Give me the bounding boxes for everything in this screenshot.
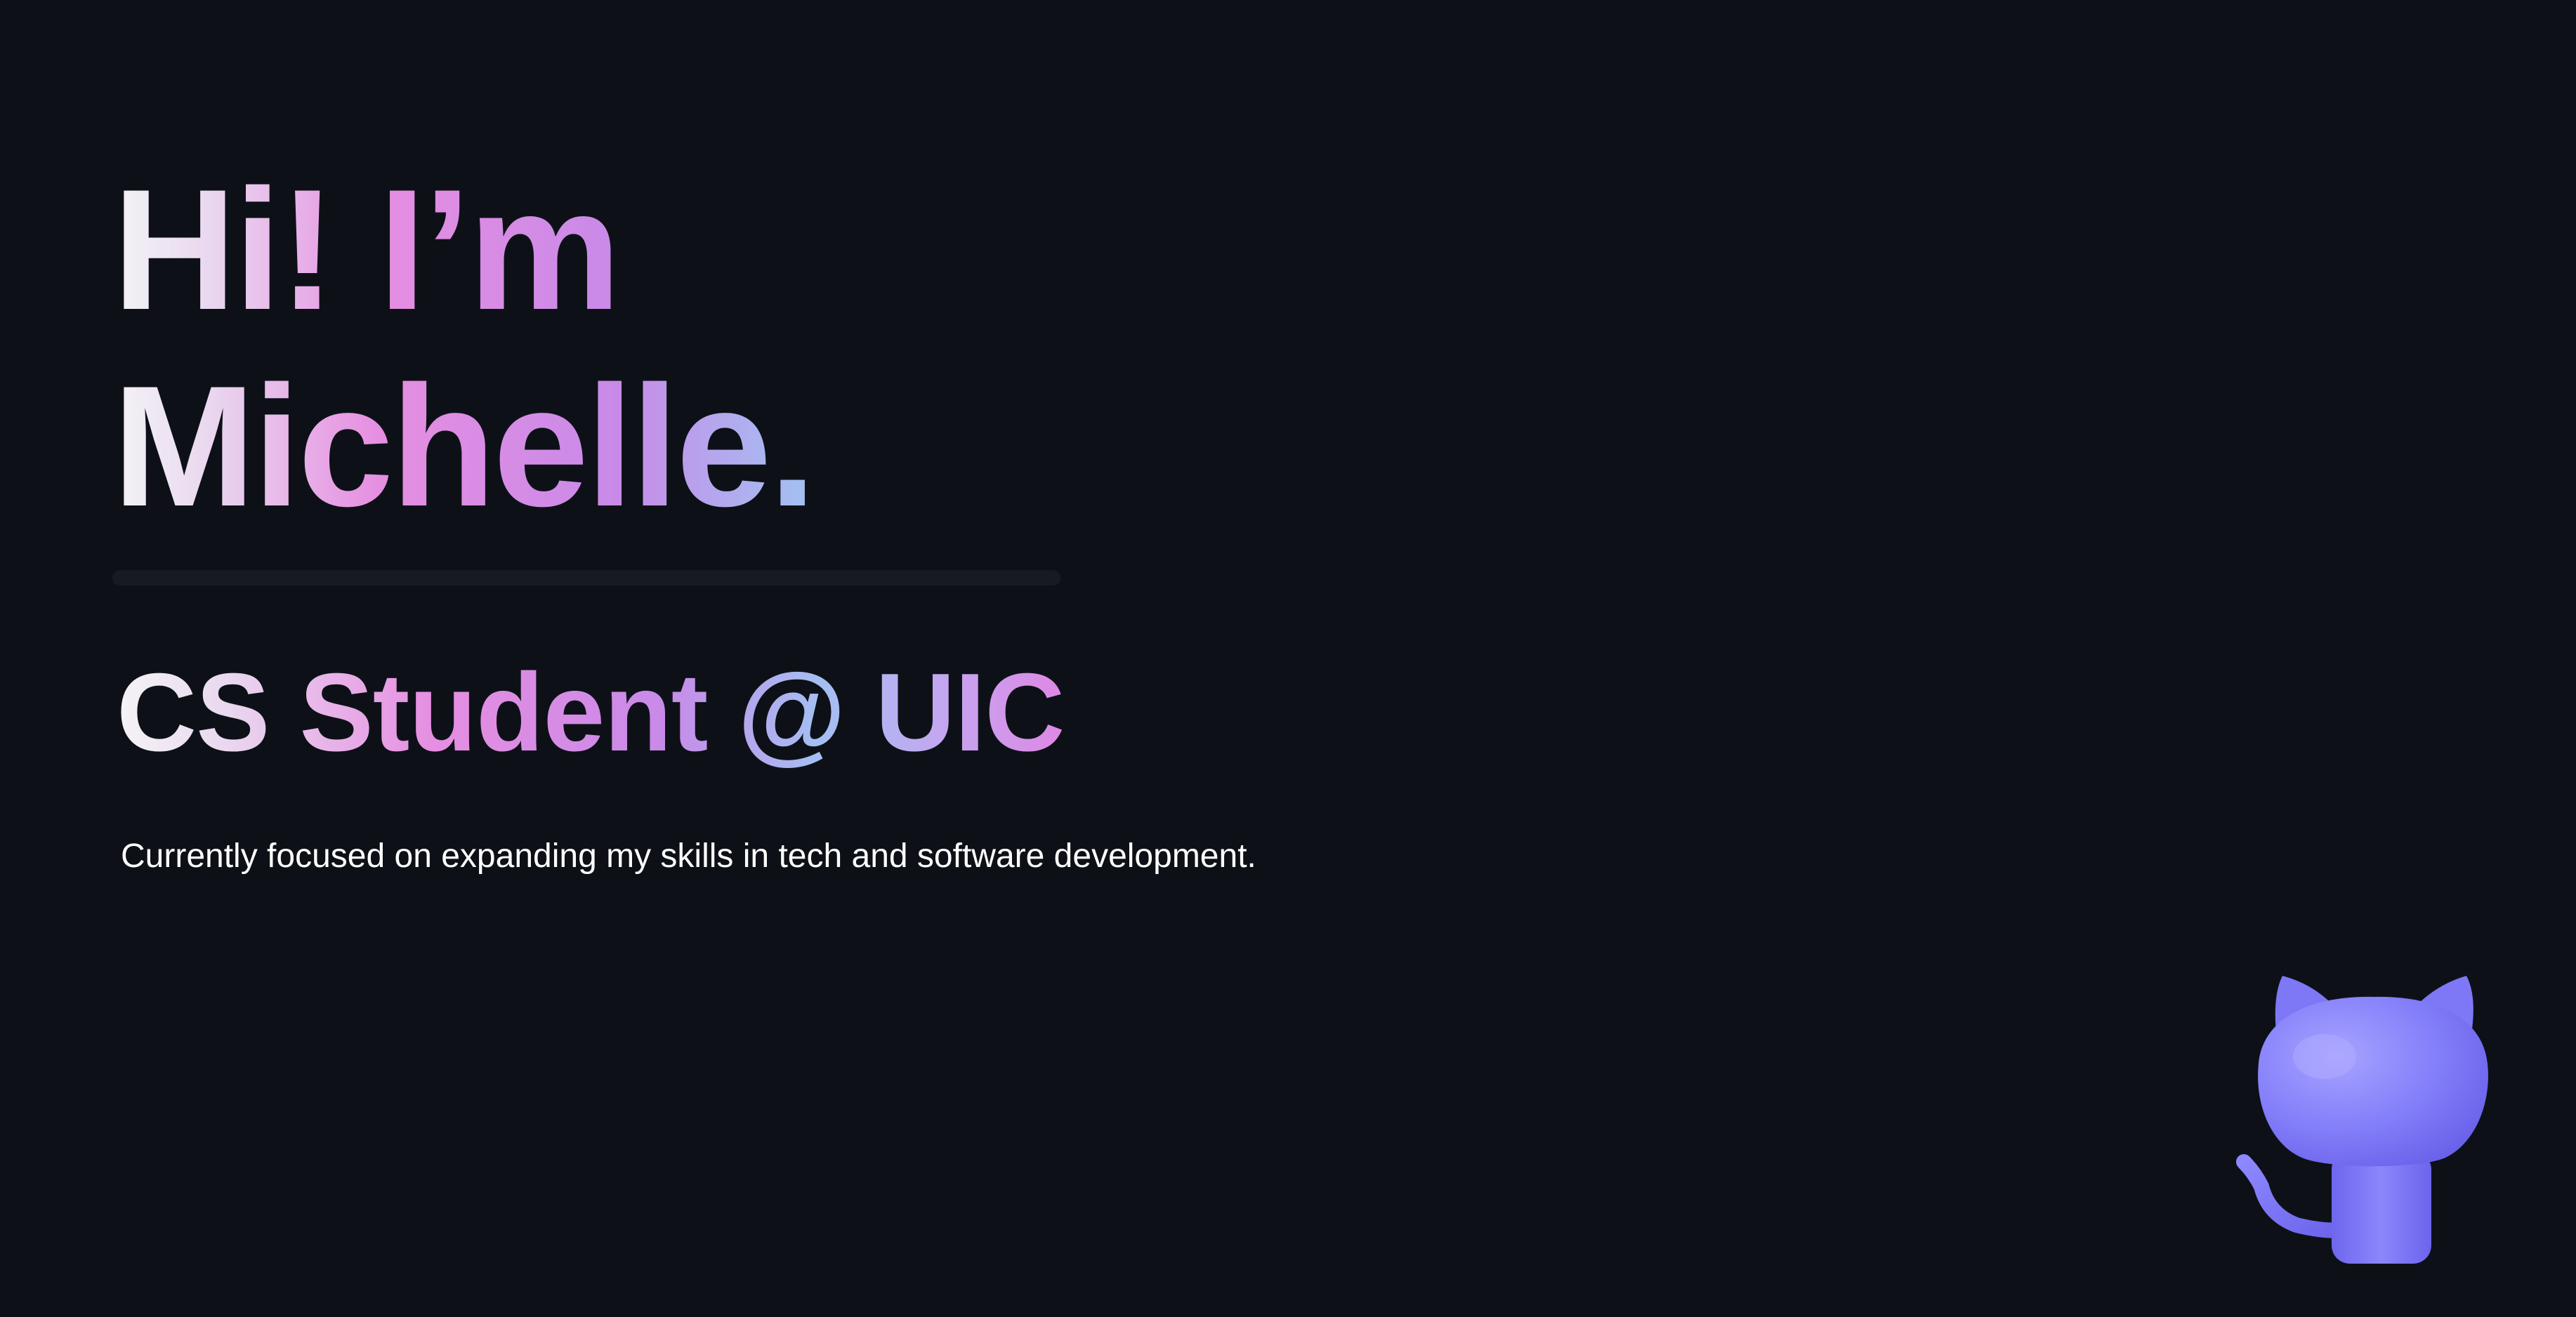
octocat-icon (2233, 941, 2514, 1271)
hero-role: CS Student @ UIC (117, 651, 1065, 774)
divider (112, 570, 1060, 585)
hero-tagline: Currently focused on expanding my skills… (121, 838, 1256, 875)
hero-headline: Hi! I’m Michelle. (112, 151, 814, 544)
headline-name: Michelle. (112, 350, 814, 542)
headline-greeting: Hi! I’m (112, 153, 619, 345)
octocat-tail (2236, 1154, 2353, 1238)
octocat-body (2332, 1151, 2431, 1264)
octocat-head (2258, 996, 2488, 1167)
